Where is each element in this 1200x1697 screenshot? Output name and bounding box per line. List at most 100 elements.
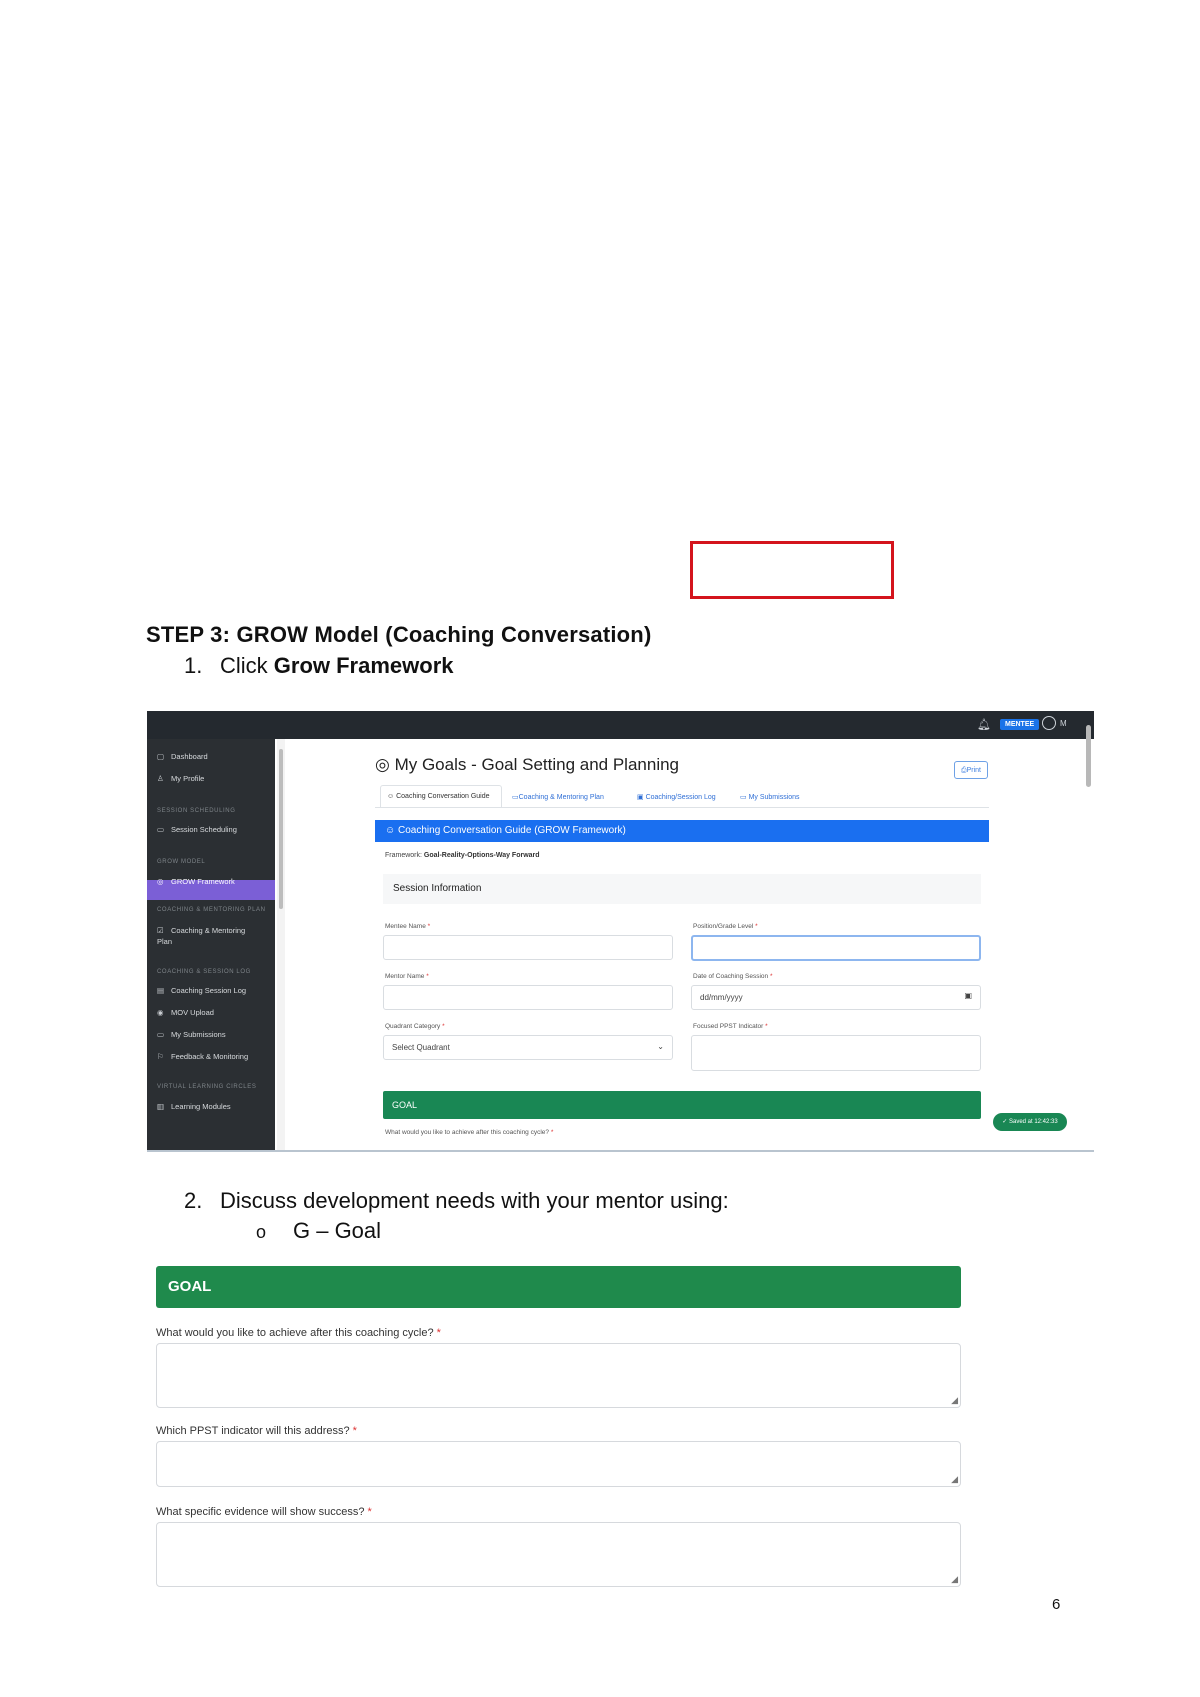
sidebar-item[interactable]: ▭ My Submissions bbox=[157, 1030, 275, 1039]
sidebar-item[interactable]: ☑ Coaching & Mentoring Plan bbox=[157, 925, 257, 947]
sidebar-item-label: My Profile bbox=[171, 774, 205, 783]
label-text: Position/Grade Level bbox=[693, 923, 754, 930]
user-icon: ♙ bbox=[157, 774, 164, 783]
question-text: Which PPST indicator will this address? bbox=[156, 1425, 350, 1437]
tab-mentoring-plan[interactable]: ▭Coaching & Mentoring Plan bbox=[512, 793, 604, 801]
sidebar-scroll-thumb[interactable] bbox=[279, 749, 283, 909]
step-heading: STEP 3: GROW Model (Coaching Conversatio… bbox=[146, 622, 652, 647]
modules-icon: ▥ bbox=[157, 1102, 165, 1111]
sidebar-section-heading: VIRTUAL LEARNING CIRCLES bbox=[157, 1084, 257, 1090]
folder-icon: ▭ bbox=[740, 794, 747, 801]
sidebar-section-heading: SESSION SCHEDULING bbox=[157, 808, 236, 814]
goal-answer-2[interactable]: ◢ bbox=[156, 1441, 961, 1487]
tab-my-submissions[interactable]: ▭ My Submissions bbox=[740, 793, 800, 801]
sidebar-item-label: Session Scheduling bbox=[171, 825, 237, 834]
indicator-input[interactable] bbox=[691, 1035, 981, 1071]
framework-label: Framework: bbox=[385, 852, 424, 859]
label-text: Date of Coaching Session bbox=[693, 973, 769, 980]
position-label: Position/Grade Level * bbox=[693, 923, 758, 930]
saved-text: Saved at 12:42:33 bbox=[1008, 1119, 1058, 1125]
sidebar-section-heading: COACHING & MENTORING PLAN bbox=[157, 907, 266, 913]
top-bar: 🔔︎ MENTEE M bbox=[147, 711, 1094, 739]
tab-coaching-guide[interactable]: ☺ Coaching Conversation Guide bbox=[387, 793, 490, 800]
position-input[interactable] bbox=[691, 935, 981, 961]
step-2-text: Discuss development needs with your ment… bbox=[220, 1188, 729, 1213]
goal-answer-1[interactable]: ◢ bbox=[156, 1343, 961, 1408]
resize-handle-icon[interactable]: ◢ bbox=[951, 1395, 958, 1406]
quadrant-select[interactable]: Select Quadrant ⌄ bbox=[383, 1035, 673, 1060]
user-menu[interactable]: M bbox=[1060, 719, 1067, 728]
quadrant-value: Select Quadrant bbox=[392, 1043, 450, 1052]
page-number: 6 bbox=[1052, 1596, 1061, 1613]
resize-handle-icon[interactable]: ◢ bbox=[951, 1574, 958, 1585]
highlight-box bbox=[690, 541, 894, 599]
goal-section-bar: GOAL bbox=[383, 1091, 981, 1119]
goal-question: What would you like to achieve after thi… bbox=[385, 1129, 554, 1136]
step-1: 1. Click Grow Framework bbox=[184, 653, 454, 679]
tab-divider bbox=[375, 807, 989, 808]
goal-panel-header: GOAL bbox=[156, 1266, 961, 1308]
sidebar-item[interactable]: ▢ Dashboard bbox=[157, 752, 275, 761]
main-scroll-thumb[interactable] bbox=[1086, 725, 1091, 787]
sidebar-item[interactable]: ♙ My Profile bbox=[157, 774, 275, 783]
goal-question-1: What would you like to achieve after thi… bbox=[156, 1327, 441, 1339]
label-text: Quadrant Category bbox=[385, 1023, 441, 1030]
label-text: Focused PPST Indicator bbox=[693, 1023, 764, 1030]
calendar-icon: ▭ bbox=[157, 825, 165, 834]
sidebar-section-heading: COACHING & SESSION LOG bbox=[157, 969, 251, 975]
sidebar-item[interactable]: ▥ Learning Modules bbox=[157, 1102, 275, 1111]
print-label: Print bbox=[966, 767, 981, 774]
sidebar-item[interactable]: ◉ MOV Upload bbox=[157, 1008, 275, 1017]
sidebar-item-label: GROW Framework bbox=[171, 877, 235, 886]
step-1-text: Click bbox=[220, 653, 274, 678]
bullet-icon: o bbox=[256, 1222, 267, 1242]
role-badge: MENTEE bbox=[1000, 719, 1040, 730]
sidebar-item[interactable]: ⚐ Feedback & Monitoring bbox=[157, 1052, 275, 1061]
goal-answer-3[interactable]: ◢ bbox=[156, 1522, 961, 1587]
calendar-icon[interactable]: ▣ bbox=[964, 991, 972, 1000]
mentee-name-label: Mentee Name * bbox=[385, 923, 431, 930]
sidebar-section-heading: GROW MODEL bbox=[157, 859, 206, 865]
page-title: ◎ My Goals - Goal Setting and Planning bbox=[375, 755, 679, 775]
app-screenshot: 🔔︎ MENTEE M ◎ My Goals - Goal Setting an… bbox=[147, 711, 1094, 1152]
print-button[interactable]: ⎙Print bbox=[954, 761, 988, 779]
tab-label: Coaching Conversation Guide bbox=[396, 793, 490, 800]
tab-label: Coaching/Session Log bbox=[645, 794, 716, 801]
goal-question-2: Which PPST indicator will this address? … bbox=[156, 1425, 357, 1437]
sidebar-item[interactable]: ◎ GROW Framework bbox=[157, 877, 275, 886]
check-icon: ✓ bbox=[1002, 1119, 1008, 1125]
chat-icon: ☺ bbox=[387, 793, 395, 800]
goal-question-3: What specific evidence will show success… bbox=[156, 1506, 372, 1518]
tab-session-log[interactable]: ▣ Coaching/Session Log bbox=[637, 793, 716, 801]
goal-question-text: What would you like to achieve after thi… bbox=[385, 1129, 550, 1136]
chat-icon: ☺ bbox=[385, 825, 396, 836]
mentor-name-input[interactable] bbox=[383, 985, 673, 1010]
bell-icon[interactable]: 🔔︎ bbox=[977, 718, 991, 731]
sidebar-item-label: Coaching Session Log bbox=[171, 986, 247, 995]
step-1-number: 1. bbox=[184, 653, 203, 678]
step-2: 2. Discuss development needs with your me… bbox=[184, 1188, 729, 1214]
resize-handle-icon[interactable]: ◢ bbox=[951, 1474, 958, 1485]
sidebar-item-label: My Submissions bbox=[171, 1030, 226, 1039]
question-text: What specific evidence will show success… bbox=[156, 1506, 365, 1518]
framework-line: Framework: Goal-Reality-Options-Way Forw… bbox=[385, 852, 540, 859]
date-input[interactable]: dd/mm/yyyy ▣ bbox=[691, 985, 981, 1010]
calendar-icon: ▭ bbox=[512, 794, 519, 801]
label-text: Mentee Name bbox=[385, 923, 426, 930]
chevron-down-icon: ⌄ bbox=[657, 1042, 664, 1051]
question-text: What would you like to achieve after thi… bbox=[156, 1327, 434, 1339]
label-text: Mentor Name bbox=[385, 973, 425, 980]
step-2-number: 2. bbox=[184, 1188, 203, 1213]
log-icon: ▣ bbox=[637, 794, 644, 801]
avatar-icon[interactable] bbox=[1042, 716, 1056, 730]
quadrant-label: Quadrant Category * bbox=[385, 1023, 445, 1030]
mentee-name-input[interactable] bbox=[383, 935, 673, 960]
sidebar-item-label: MOV Upload bbox=[171, 1008, 214, 1017]
sidebar-item[interactable]: ▭ Session Scheduling bbox=[157, 825, 275, 834]
dashboard-icon: ▢ bbox=[157, 752, 165, 761]
target-icon: ◎ bbox=[375, 755, 390, 774]
main-scrollbar[interactable] bbox=[1083, 739, 1094, 1150]
upload-icon: ◉ bbox=[157, 1008, 164, 1017]
sidebar-item[interactable]: ▤ Coaching Session Log bbox=[157, 986, 275, 995]
tab-label: Coaching & Mentoring Plan bbox=[518, 794, 604, 801]
